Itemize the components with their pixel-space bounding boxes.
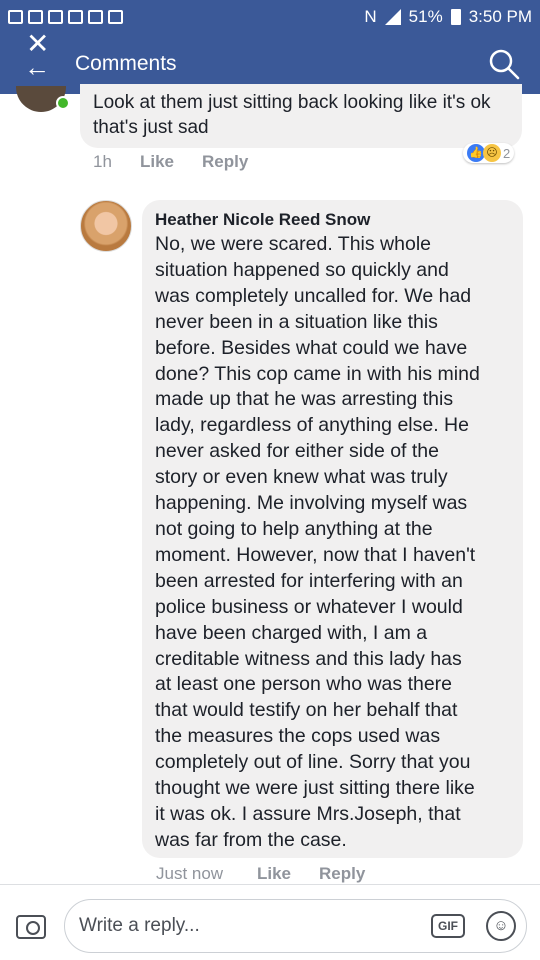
reply-input-container[interactable]: GIF ☺ xyxy=(64,899,527,953)
online-status-dot xyxy=(56,96,70,110)
signal-icon xyxy=(384,9,401,25)
comment-line: No, we were scared. This whole xyxy=(155,233,432,255)
chat-notification-icon xyxy=(68,10,83,24)
back-arrow-icon[interactable]: ← xyxy=(24,52,50,83)
reaction-summary[interactable]: 👍 ☹ 2 xyxy=(463,143,515,163)
comment-timestamp: Just now xyxy=(156,864,224,883)
gif-button[interactable]: GIF xyxy=(431,914,465,938)
comment-line: was completely uncalled for. We had xyxy=(155,284,472,307)
comment-text: No, we were scared. This whole situation… xyxy=(155,232,511,854)
facebook-notification-icon xyxy=(8,10,23,24)
comment-timestamp: 1h xyxy=(93,152,112,171)
comment-line: creditable witness and this lady has xyxy=(155,647,462,670)
emoji-icon[interactable]: ☺ xyxy=(486,911,516,941)
facebook-notification-icon xyxy=(88,10,103,24)
comment-line: before. Besides what could we have xyxy=(155,336,468,359)
facebook-notification-icon xyxy=(28,10,43,24)
nfc-icon: N xyxy=(364,7,377,26)
comment-line: never asked for either side of the xyxy=(155,440,439,463)
reply-input[interactable] xyxy=(79,912,419,940)
sad-reaction-icon: ☹ xyxy=(483,144,501,162)
comment-line: it was ok. I assure Mrs.Joseph, that xyxy=(155,802,461,825)
reply-composer: GIF ☺ xyxy=(0,884,540,960)
like-link[interactable]: Like xyxy=(140,152,174,172)
status-bar: N 51% 3:50 PM xyxy=(0,0,540,34)
comment-line: that would testify on her behalf that xyxy=(155,699,458,722)
reaction-count: 2 xyxy=(503,145,511,161)
comment-line: never been in a situation like this xyxy=(155,310,438,333)
comment-bubble: Look at them just sitting back looking l… xyxy=(80,84,522,148)
search-icon[interactable] xyxy=(488,48,520,80)
comment-line: moment. However, now that I haven't xyxy=(155,543,476,566)
clock: 3:50 PM xyxy=(468,7,532,26)
avatar[interactable] xyxy=(80,200,132,252)
comment-line: story or even knew what was truly xyxy=(155,466,448,489)
reply-link[interactable]: Reply xyxy=(319,864,365,884)
comment-line: lady, regardless of anything else. He xyxy=(155,414,469,437)
comment-line: the measures the cops used was xyxy=(155,725,441,748)
comment-bubble: Heather Nicole Reed Snow No, we were sca… xyxy=(142,200,523,858)
comment-line: at least one person who was there xyxy=(155,673,453,696)
comment-line: have been charged with, I am a xyxy=(155,621,428,644)
comment-line: happening. Me involving myself was xyxy=(155,492,468,515)
comment-line: not going to help anything at the xyxy=(155,517,433,540)
battery-percent: 51% xyxy=(408,7,443,26)
comment-line: situation happened so quickly and xyxy=(155,258,449,281)
mail-notification-icon xyxy=(48,10,63,24)
battery-icon xyxy=(450,9,461,25)
comment-line: was far from the case. xyxy=(155,828,347,851)
comment-text: Look at them just sitting back looking l… xyxy=(93,92,491,138)
comment-line: made up that he was arresting this xyxy=(155,388,454,411)
comment-line: done? This cop came in with his mind xyxy=(155,362,480,385)
camera-icon[interactable] xyxy=(16,915,46,939)
comment-line: completely out of line. Sorry that you xyxy=(155,751,471,774)
reply-link[interactable]: Reply xyxy=(202,152,248,172)
comment-line: thought we were just sitting there like xyxy=(155,777,475,800)
page-title: Comments xyxy=(75,52,177,75)
image-notification-icon xyxy=(108,10,123,24)
notification-icons xyxy=(8,10,123,24)
comment-author[interactable]: Heather Nicole Reed Snow xyxy=(155,209,511,231)
comment-line: been arrested for interfering with an xyxy=(155,569,463,592)
like-link[interactable]: Like xyxy=(257,864,291,884)
comment-line: police business or whatever I would xyxy=(155,595,463,618)
